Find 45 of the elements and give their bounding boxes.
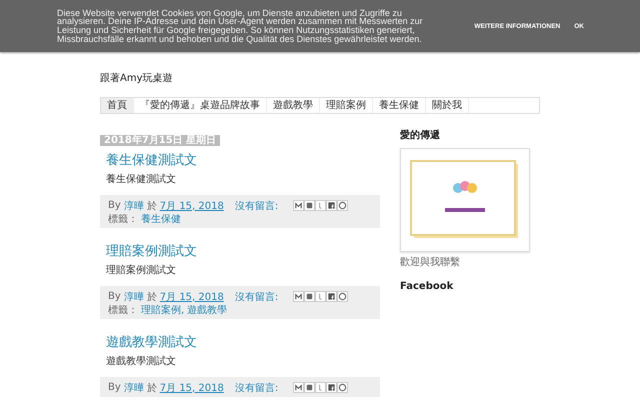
date-link[interactable]: 7月 15, 2018 <box>160 290 224 304</box>
label-link[interactable]: 遊戲教學 <box>187 302 228 316</box>
byline-text: 於 <box>146 200 157 212</box>
email-share-icon <box>294 292 304 301</box>
blog-description: 跟著Amy玩桌遊 <box>100 72 174 86</box>
email-share-button[interactable] <box>293 382 304 393</box>
blog-share-icon <box>305 201 314 210</box>
post-title[interactable]: 理賠案例測試文 <box>106 242 380 262</box>
labels-caption: 標籤： <box>108 212 138 226</box>
widget-title: 愛的傳遞 <box>400 128 441 142</box>
email-share-button[interactable] <box>293 200 304 211</box>
byline-text: By <box>108 291 121 302</box>
date-header: 2018年7月15日 星期日 <box>100 135 220 146</box>
post-body: 養生保健測試文 <box>106 173 177 187</box>
label-link[interactable]: 養生保健 <box>141 212 181 226</box>
blog-share-button[interactable] <box>304 200 316 211</box>
post-body: 遊戲教學測試文 <box>106 355 177 369</box>
author-link[interactable]: 淳曄 <box>124 198 144 212</box>
author-link[interactable]: 淳曄 <box>124 290 144 304</box>
byline-text: 於 <box>146 290 157 304</box>
blog-share-button[interactable] <box>304 291 316 302</box>
labels-caption: 標籤： <box>108 304 138 316</box>
post-title[interactable]: 養生保健測試文 <box>106 151 380 171</box>
post-title[interactable]: 遊戲教學測試文 <box>106 333 380 353</box>
post-body: 理賠案例測試文 <box>106 264 177 278</box>
widget-title: Facebook <box>400 281 454 292</box>
date-link[interactable]: 7月 15, 2018 <box>160 198 224 212</box>
email-share-icon <box>294 201 304 210</box>
comments-link[interactable]: 沒有留言: <box>234 198 278 212</box>
byline-text: 於 <box>146 382 157 394</box>
blog-share-button[interactable] <box>304 382 316 393</box>
author-link[interactable]: 淳曄 <box>124 380 144 394</box>
byline-text: By <box>108 382 121 393</box>
blog-share-icon <box>305 383 314 392</box>
label-link[interactable]: 理賠案例, <box>141 302 184 316</box>
email-share-icon <box>294 383 304 392</box>
byline-text: By <box>108 200 121 211</box>
comments-link[interactable]: 沒有留言: <box>234 380 278 394</box>
nav-tab[interactable]: 首頁 <box>101 98 134 113</box>
cookie-message: Diese Website verwendet Cookies von Google, um Dienste anzubieten und Zugriffe zu analysieren. Deine IP-Adresse und dein User-Agent werden zusammen mit Messwerten zur Leistung und Sicherheit für Google freigegeben. So können Nutzungsstatistiken generiert, Missbrauchsfälle erkannt und behoben und die Qualität des Dienstes gewährleistet werden. <box>57 8 424 44</box>
blog-share-icon <box>305 292 314 301</box>
date-link[interactable]: 7月 15, 2018 <box>160 380 224 394</box>
image-caption: 歡迎與我聯繫 <box>400 256 461 269</box>
email-share-button[interactable] <box>293 291 304 302</box>
comments-link[interactable]: 沒有留言: <box>234 290 278 304</box>
